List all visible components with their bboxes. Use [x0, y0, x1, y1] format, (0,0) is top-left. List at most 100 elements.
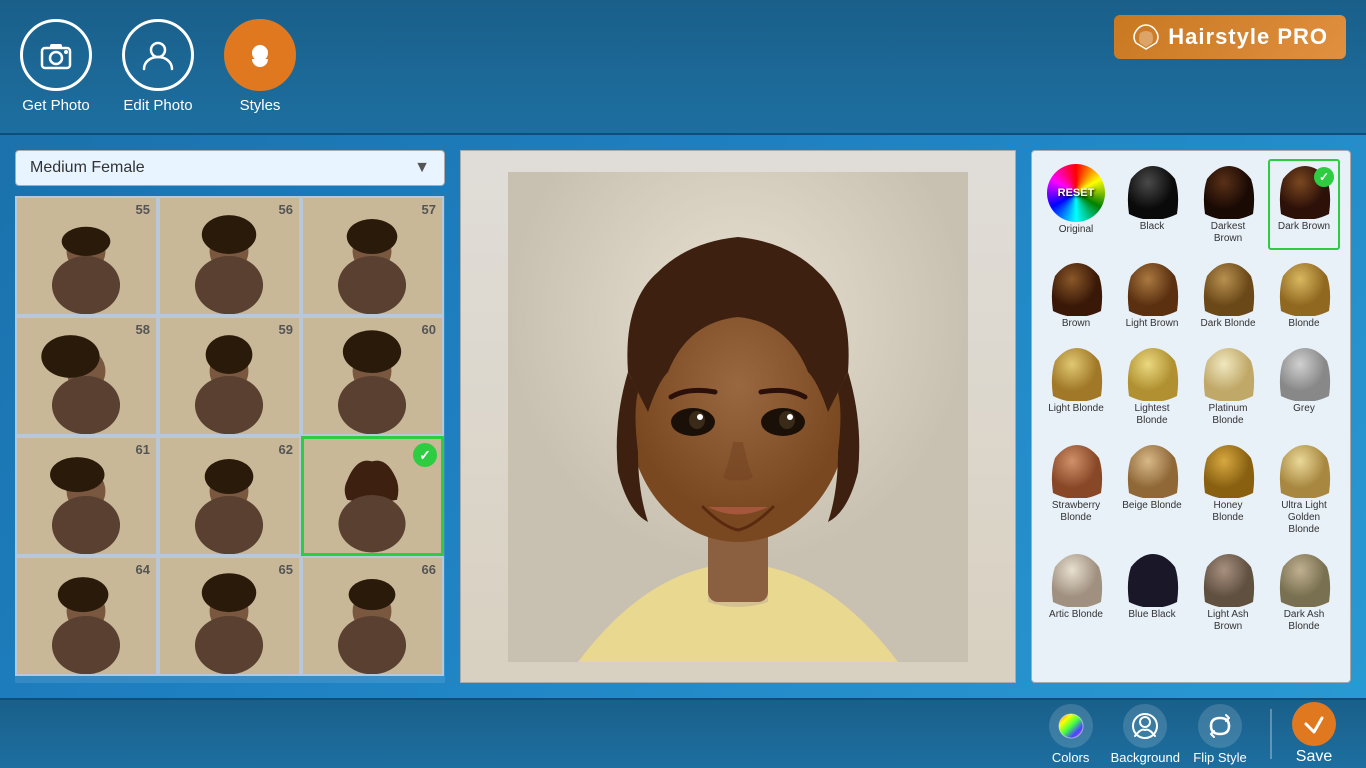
save-label: Save — [1296, 748, 1332, 766]
style-row-3: 61 62 — [15, 436, 445, 556]
blue-black-swatch-img — [1121, 552, 1185, 607]
color-swatch-black[interactable]: Black — [1116, 159, 1188, 250]
color-swatch-artic-blonde[interactable]: Artic Blonde — [1040, 547, 1112, 638]
color-row-5: Artic Blonde Blue Black Light Ash Brown … — [1040, 547, 1342, 638]
honey-blonde-swatch-img — [1197, 443, 1261, 498]
flip-style-action[interactable]: Flip Style — [1190, 704, 1250, 765]
style-thumb-64[interactable]: 64 — [15, 556, 158, 676]
style-num-62: 62 — [279, 442, 293, 457]
nav-edit-photo[interactable]: Edit Photo — [122, 19, 194, 114]
ultra-light-golden-blonde-swatch-img — [1273, 443, 1337, 498]
color-swatch-beige-blonde[interactable]: Beige Blonde — [1116, 438, 1188, 541]
style-category-dropdown[interactable]: Medium Female ▼ — [15, 150, 445, 186]
selected-check-icon: ✓ — [413, 443, 437, 467]
color-swatch-grey[interactable]: Grey — [1268, 341, 1340, 432]
color-swatch-light-brown[interactable]: Light Brown — [1116, 256, 1188, 335]
honey-blonde-label: Honey Blonde — [1197, 500, 1259, 524]
style-panel: Medium Female ▼ 55 — [15, 150, 445, 683]
color-swatch-honey-blonde[interactable]: Honey Blonde — [1192, 438, 1264, 541]
artic-blonde-label: Artic Blonde — [1045, 609, 1107, 621]
color-swatch-lightest-blonde[interactable]: Lightest Blonde — [1116, 341, 1188, 432]
chevron-down-icon: ▼ — [414, 159, 430, 177]
color-swatch-light-ash-brown[interactable]: Light Ash Brown — [1192, 547, 1264, 638]
color-swatch-darkest-brown[interactable]: Darkest Brown — [1192, 159, 1264, 250]
dropdown-value: Medium Female — [30, 159, 145, 177]
edit-photo-label: Edit Photo — [123, 97, 192, 114]
original-label: Original — [1045, 224, 1107, 236]
main-content: Medium Female ▼ 55 — [0, 135, 1366, 698]
color-swatch-dark-blonde[interactable]: Dark Blonde — [1192, 256, 1264, 335]
bottom-bar: Colors Background Flip Style — [0, 698, 1366, 768]
style-row-4: 64 65 — [15, 556, 445, 676]
light-brown-label: Light Brown — [1121, 318, 1183, 330]
beige-blonde-label: Beige Blonde — [1121, 500, 1183, 512]
style-num-64: 64 — [136, 562, 150, 577]
light-blonde-label: Light Blonde — [1045, 403, 1107, 415]
app-title: Hairstyle PRO — [1114, 15, 1346, 59]
color-swatch-brown[interactable]: Brown — [1040, 256, 1112, 335]
darkest-brown-swatch-img — [1197, 164, 1261, 219]
blonde-swatch-img — [1273, 261, 1337, 316]
light-ash-brown-swatch-img — [1197, 552, 1261, 607]
style-thumb-60[interactable]: 60 — [301, 316, 444, 436]
style-thumb-63[interactable]: ✓ — [301, 436, 444, 556]
style-thumb-66[interactable]: 66 — [301, 556, 444, 676]
color-swatch-platinum-blonde[interactable]: Platinum Blonde — [1192, 341, 1264, 432]
blue-black-label: Blue Black — [1121, 609, 1183, 621]
grey-swatch-img — [1273, 346, 1337, 401]
flip-style-label: Flip Style — [1193, 750, 1246, 765]
color-swatch-ultra-light-golden-blonde[interactable]: Ultra Light Golden Blonde — [1268, 438, 1340, 541]
color-swatch-blue-black[interactable]: Blue Black — [1116, 547, 1188, 638]
style-thumb-55[interactable]: 55 — [15, 196, 158, 316]
color-swatch-original[interactable]: RESET Original — [1040, 159, 1112, 250]
logo-area: Hairstyle PRO — [1086, 0, 1366, 135]
style-thumb-56[interactable]: 56 — [158, 196, 301, 316]
flip-style-icon — [1198, 704, 1242, 748]
style-num-61: 61 — [136, 442, 150, 457]
style-num-55: 55 — [136, 202, 150, 217]
style-thumb-59[interactable]: 59 — [158, 316, 301, 436]
colors-label: Colors — [1052, 750, 1090, 765]
dark-ash-blonde-swatch-img — [1273, 552, 1337, 607]
get-photo-label: Get Photo — [22, 97, 90, 114]
style-grid: 55 56 — [15, 196, 445, 683]
dark-blonde-swatch-img — [1197, 261, 1261, 316]
darkest-brown-label: Darkest Brown — [1197, 221, 1259, 245]
style-num-66: 66 — [422, 562, 436, 577]
style-num-56: 56 — [279, 202, 293, 217]
brown-swatch-img — [1045, 261, 1109, 316]
top-navigation: Get Photo Edit Photo Styles Hairsty — [0, 0, 1366, 135]
beige-blonde-swatch-img — [1121, 443, 1185, 498]
color-row-1: RESET Original Black — [1040, 159, 1342, 250]
background-action[interactable]: Background — [1111, 704, 1180, 765]
platinum-blonde-swatch-img — [1197, 346, 1261, 401]
style-thumb-65[interactable]: 65 — [158, 556, 301, 676]
bottom-divider — [1270, 709, 1272, 759]
save-action[interactable]: Save — [1292, 702, 1336, 766]
color-row-2: Brown Light Brown Dark Blonde Blonde — [1040, 256, 1342, 335]
dark-ash-blonde-label: Dark Ash Blonde — [1273, 609, 1335, 633]
original-swatch-img: RESET — [1047, 164, 1105, 222]
preview-face — [461, 151, 1015, 682]
style-thumb-58[interactable]: 58 — [15, 316, 158, 436]
color-swatch-blonde[interactable]: Blonde — [1268, 256, 1340, 335]
styles-label: Styles — [240, 97, 281, 114]
blonde-label: Blonde — [1273, 318, 1335, 330]
nav-styles[interactable]: Styles — [224, 19, 296, 114]
ultra-light-golden-blonde-label: Ultra Light Golden Blonde — [1273, 500, 1335, 536]
style-row-1: 55 56 — [15, 196, 445, 316]
style-thumb-62[interactable]: 62 — [158, 436, 301, 556]
background-label: Background — [1111, 750, 1180, 765]
save-icon — [1292, 702, 1336, 746]
color-row-3: Light Blonde Lightest Blonde Platinum Bl… — [1040, 341, 1342, 432]
nav-get-photo[interactable]: Get Photo — [20, 19, 92, 114]
color-swatch-strawberry-blonde[interactable]: Strawberry Blonde — [1040, 438, 1112, 541]
color-swatch-dark-brown[interactable]: ✓ Dark Brown — [1268, 159, 1340, 250]
style-thumb-61[interactable]: 61 — [15, 436, 158, 556]
color-swatch-light-blonde[interactable]: Light Blonde — [1040, 341, 1112, 432]
colors-action[interactable]: Colors — [1041, 704, 1101, 765]
style-thumb-57[interactable]: 57 — [301, 196, 444, 316]
color-swatch-dark-ash-blonde[interactable]: Dark Ash Blonde — [1268, 547, 1340, 638]
grey-label: Grey — [1273, 403, 1335, 415]
platinum-blonde-label: Platinum Blonde — [1197, 403, 1259, 427]
